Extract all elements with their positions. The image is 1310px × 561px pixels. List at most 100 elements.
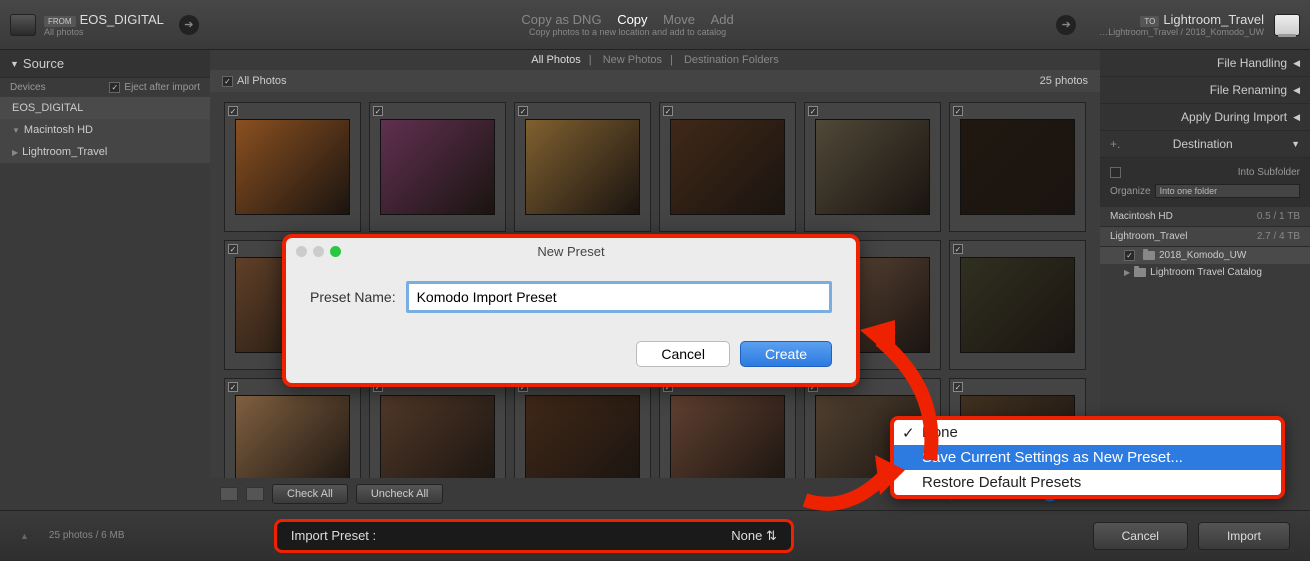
source-panel-header[interactable]: ▼Source [0,50,210,78]
to-badge: TO [1140,16,1159,27]
uncheck-all-button[interactable]: Uncheck All [356,484,443,504]
tab-new[interactable]: New Photos [603,54,662,66]
cancel-button[interactable]: Cancel [1093,522,1188,550]
thumbnail-cell[interactable]: ✓ [949,240,1086,370]
device-travel[interactable]: ▶Lightroom_Travel [0,141,210,163]
subfolder-checkbox[interactable] [1110,167,1121,178]
preset-context-menu: ✓None Save Current Settings as New Prese… [890,416,1285,499]
select-all-checkbox[interactable]: ✓ [222,76,233,87]
tree-komodo[interactable]: ✓2018_Komodo_UW [1100,247,1310,264]
thumb-checkbox[interactable]: ✓ [373,106,383,116]
close-icon[interactable] [296,246,307,257]
thumbnail-cell[interactable]: ✓ [369,378,506,478]
check-all-button[interactable]: Check All [272,484,348,504]
destination-header[interactable]: +.Destination▼ [1100,131,1310,158]
dest-info[interactable]: TO Lightroom_Travel …Lightroom_Travel / 2… [1099,12,1264,37]
preset-label: Import Preset : [291,528,376,543]
grid-view-icon[interactable] [220,487,238,501]
source-sub: All photos [44,27,164,37]
thumbnail-cell[interactable]: ✓ [224,378,361,478]
ops-sub: Copy photos to a new location and add to… [214,27,1041,37]
thumb-image [525,119,640,215]
dialog-cancel-button[interactable]: Cancel [636,341,730,367]
preset-name-input[interactable] [406,281,832,313]
folder-icon [1143,251,1155,260]
left-panel: ▼Source Devices ✓Eject after import EOS_… [0,50,210,510]
import-button[interactable]: Import [1198,522,1290,550]
thumb-checkbox[interactable]: ✓ [228,244,238,254]
devices-label: Devices [10,82,46,93]
status-text: 25 photos / 6 MB [49,530,125,541]
thumb-checkbox[interactable]: ✓ [953,244,963,254]
dest-disk-icon [1274,14,1300,36]
thumbnail-cell[interactable]: ✓ [659,102,796,232]
thumbnail-cell[interactable]: ✓ [224,102,361,232]
thumb-checkbox[interactable]: ✓ [953,106,963,116]
minimize-icon[interactable] [313,246,324,257]
volume-travel[interactable]: Lightroom_Travel2.7 / 4 TB [1100,227,1310,247]
collapse-icon: ▼ [10,59,19,69]
ops-row: Copy as DNG Copy Move Add [214,12,1041,27]
dest-name: Lightroom_Travel [1163,12,1264,27]
grid-title: ✓All Photos [222,75,287,87]
destination-body: Into Subfolder OrganizeInto one folder [1100,158,1310,207]
op-move[interactable]: Move [663,12,695,27]
thumbnail-cell[interactable]: ✓ [804,102,941,232]
photo-count: 25 photos [1040,75,1088,87]
bottom-bar: ▲ 25 photos / 6 MB Import Preset : None … [0,510,1310,560]
thumb-checkbox[interactable]: ✓ [228,106,238,116]
thumb-checkbox[interactable]: ✓ [953,382,963,392]
apply-during-header[interactable]: Apply During Import◀ [1100,104,1310,131]
thumb-image [525,395,640,478]
zoom-icon[interactable] [330,246,341,257]
preset-value: None ⇅ [731,528,777,544]
updown-icon: ⇅ [766,528,777,543]
tab-all[interactable]: All Photos [531,54,581,66]
dest-sub: …Lightroom_Travel / 2018_Komodo_UW [1099,27,1264,37]
file-renaming-header[interactable]: File Renaming◀ [1100,77,1310,104]
eject-checkbox[interactable]: ✓Eject after import [109,82,200,93]
organize-row: OrganizeInto one folder [1110,181,1300,201]
source-disk-icon [10,14,36,36]
thumbnail-cell[interactable]: ✓ [949,102,1086,232]
tree-catalog[interactable]: ▶Lightroom Travel Catalog [1100,264,1310,281]
organize-dropdown[interactable]: Into one folder [1155,184,1300,198]
thumb-checkbox[interactable]: ✓ [663,106,673,116]
menu-none[interactable]: ✓None [894,420,1281,445]
device-mac[interactable]: ▼Macintosh HD [0,119,210,141]
thumb-image [815,119,930,215]
device-eos[interactable]: EOS_DIGITAL [0,97,210,119]
thumb-image [235,395,350,478]
op-copy-dng[interactable]: Copy as DNG [521,12,601,27]
new-preset-dialog: New Preset Preset Name: Cancel Create [282,234,860,387]
loupe-view-icon[interactable] [246,487,264,501]
file-handling-header[interactable]: File Handling◀ [1100,50,1310,77]
thumbnail-cell[interactable]: ✓ [369,102,506,232]
op-copy[interactable]: Copy [617,12,647,27]
tab-dest[interactable]: Destination Folders [684,54,779,66]
menu-save-preset[interactable]: Save Current Settings as New Preset... [894,445,1281,470]
volume-mac[interactable]: Macintosh HD0.5 / 1 TB [1100,207,1310,227]
from-badge: FROM [44,16,76,27]
thumbnail-cell[interactable]: ✓ [659,378,796,478]
thumb-image [380,119,495,215]
menu-restore[interactable]: Restore Default Presets [894,470,1281,495]
grid-tabs: All Photos| New Photos| Destination Fold… [210,50,1100,70]
thumbnail-cell[interactable]: ✓ [514,102,651,232]
thumb-image [380,395,495,478]
import-preset-dropdown[interactable]: Import Preset : None ⇅ [274,519,794,553]
source-arrow-icon[interactable]: ➔ [179,15,199,35]
source-info[interactable]: FROMEOS_DIGITAL All photos [44,12,164,37]
dialog-title: New Preset [286,238,856,265]
thumb-checkbox[interactable]: ✓ [518,106,528,116]
window-controls [296,246,341,257]
thumb-image [960,119,1075,215]
into-subfolder-row[interactable]: Into Subfolder [1110,164,1300,181]
op-add[interactable]: Add [711,12,734,27]
dest-arrow-icon[interactable]: ➔ [1056,15,1076,35]
thumbnail-cell[interactable]: ✓ [514,378,651,478]
thumb-image [235,119,350,215]
thumb-checkbox[interactable]: ✓ [808,106,818,116]
thumb-checkbox[interactable]: ✓ [228,382,238,392]
dialog-create-button[interactable]: Create [740,341,832,367]
